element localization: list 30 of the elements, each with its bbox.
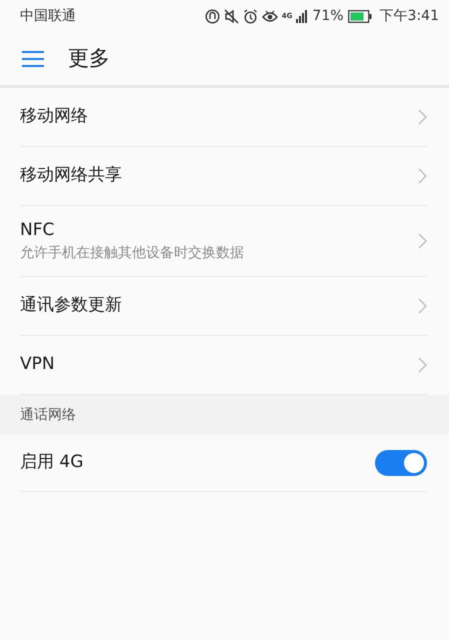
alarm-icon	[242, 8, 258, 24]
chevron-right-icon	[418, 357, 427, 373]
item-title: 移动网络共享	[20, 164, 122, 188]
menu-button[interactable]	[22, 50, 44, 68]
signal-icon	[296, 9, 308, 23]
nfc-icon	[204, 8, 220, 24]
clock-time: 下午3:41	[380, 6, 439, 26]
item-title: 通讯参数更新	[20, 294, 122, 318]
battery-percent: 71%	[312, 6, 344, 26]
item-description: 允许手机在接触其他设备时交换数据	[20, 244, 244, 264]
item-title: 启用 4G	[20, 451, 84, 474]
battery-icon	[348, 10, 372, 22]
settings-item[interactable]: 通讯参数更新	[20, 277, 427, 336]
menu-icon	[22, 50, 44, 68]
item-title: 移动网络	[20, 105, 88, 128]
settings-item[interactable]: 移动网络	[20, 88, 427, 147]
chevron-right-icon	[418, 233, 427, 249]
item-title: VPN	[20, 353, 55, 376]
item-title: NFC	[20, 218, 56, 242]
chevron-right-icon	[418, 168, 427, 184]
eye-icon	[262, 8, 278, 24]
mute-icon	[224, 8, 239, 24]
settings-item[interactable]: 移动网络共享	[20, 147, 427, 206]
page-title: 更多	[68, 44, 110, 72]
carrier-name: 中国联通	[20, 6, 76, 26]
section-header: 通话网络	[0, 395, 449, 435]
chevron-right-icon	[418, 298, 427, 314]
toggle-switch[interactable]	[375, 450, 427, 476]
chevron-right-icon	[418, 109, 427, 125]
settings-item[interactable]: NFC 允许手机在接触其他设备时交换数据	[20, 206, 427, 277]
